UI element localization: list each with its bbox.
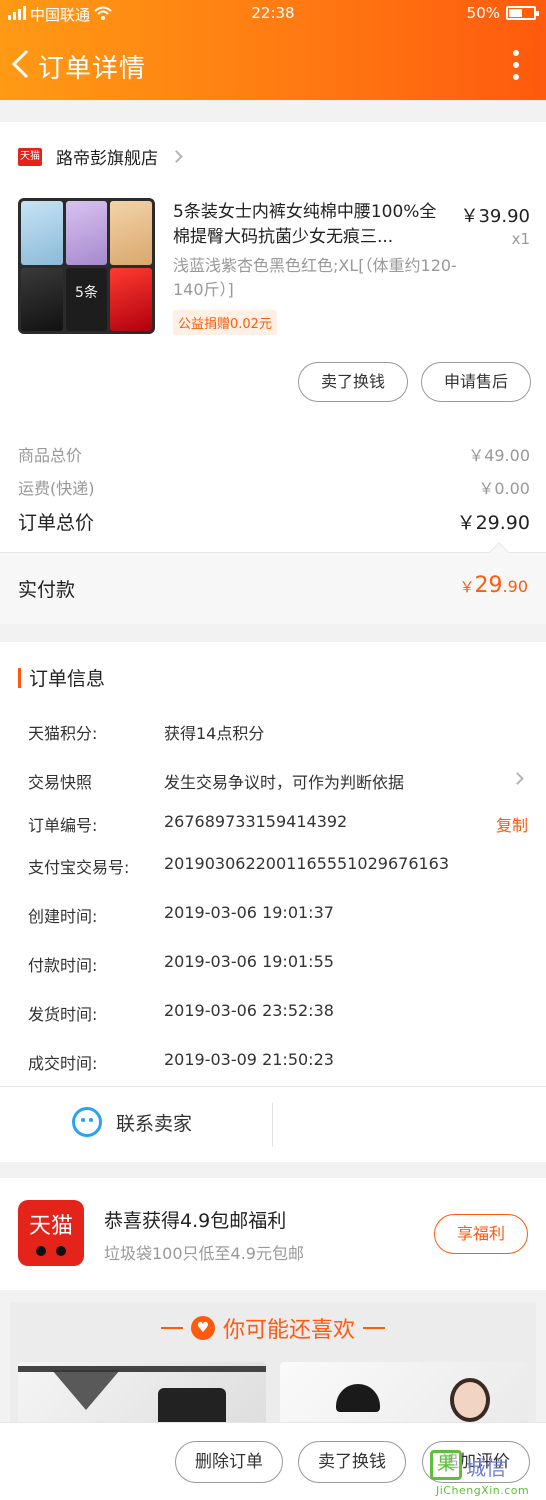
top-bar: 中国联通 22:38 50% 订单详情: [0, 0, 546, 100]
order-info-heading: 订单信息: [18, 664, 105, 691]
tmall-badge-icon: 天猫: [18, 147, 42, 166]
chevron-right-icon: [511, 772, 524, 785]
order-total-row: 订单总价 ￥29.90: [18, 508, 530, 535]
product-thumbnail[interactable]: 5条: [18, 198, 155, 334]
product-price: ￥39.90: [460, 206, 530, 227]
more-options-icon[interactable]: [512, 50, 520, 80]
order-items-card: 天猫 路帝彭旗舰店 5条 5条装女士内裤女纯棉中腰100%全棉提臀大码抗菌少女无…: [0, 122, 546, 624]
contact-seller-button[interactable]: 联系卖家: [72, 1107, 192, 1137]
promo-title: 恭喜获得4.9包邮福利: [104, 1210, 287, 1232]
thumbnail-label: 5条: [65, 267, 108, 331]
status-bar: 中国联通 22:38 50%: [0, 4, 546, 26]
paid-label: 实付款: [18, 579, 76, 601]
shop-name: 路帝彭旗舰店: [56, 149, 158, 169]
divider: [272, 1103, 273, 1147]
chat-icon: [72, 1107, 102, 1137]
contact-bar: 联系卖家: [0, 1086, 546, 1162]
battery-icon: [506, 6, 539, 20]
goods-total-value: ￥49.00: [468, 446, 530, 465]
order-info-title: 订单信息: [29, 668, 106, 690]
battery-percent: 50%: [466, 4, 500, 22]
claim-benefit-button[interactable]: 享福利: [434, 1214, 528, 1254]
shop-link[interactable]: 天猫 路帝彭旗舰店: [18, 144, 183, 169]
product-title[interactable]: 5条装女士内裤女纯棉中腰100%全棉提臀大码抗菌少女无痕三...: [173, 200, 451, 250]
tmall-logo-icon: 天猫: [18, 1200, 84, 1266]
product-quantity: x1: [511, 230, 530, 248]
heart-icon: ♥: [190, 1316, 215, 1340]
chevron-right-icon: [170, 150, 183, 163]
paid-value: ￥29.90: [459, 573, 528, 598]
order-total-value: ￥29.90: [456, 512, 530, 534]
sell-for-cash-button[interactable]: 卖了换钱: [298, 1441, 406, 1483]
goods-total-row: 商品总价 ￥49.00: [18, 442, 530, 466]
delete-order-button[interactable]: 删除订单: [175, 1441, 283, 1483]
copy-button[interactable]: 复制: [496, 812, 528, 836]
contact-seller-label: 联系卖家: [116, 1112, 193, 1135]
shipping-row: 运费(快递) ￥0.00: [18, 475, 530, 499]
sell-for-cash-button[interactable]: 卖了换钱: [298, 362, 408, 402]
recommend-heading: ♥ 你可能还喜欢: [0, 1312, 546, 1344]
product-spec: 浅蓝浅紫杏色黑色红色;XL[（体重约120-140斤）]: [173, 256, 457, 299]
shipping-value: ￥0.00: [478, 479, 530, 498]
promo-subtitle: 垃圾袋100只低至4.9元包邮: [104, 1244, 304, 1263]
recommend-title: 你可能还喜欢: [222, 1318, 355, 1343]
charity-badge: 公益捐赠0.02元: [173, 310, 277, 335]
page-title: 订单详情: [38, 54, 147, 84]
order-info-card: 订单信息 天猫积分: 获得14点积分 交易快照 发生交易争议时，可作为判断依据 …: [0, 642, 546, 1162]
header: 订单详情: [0, 40, 546, 90]
paid-amount-box: 实付款 ￥29.90: [0, 542, 546, 624]
after-sale-button[interactable]: 申请售后: [421, 362, 531, 402]
promo-card: 天猫 恭喜获得4.9包邮福利 垃圾袋100只低至4.9元包邮 享福利: [0, 1178, 546, 1290]
back-icon[interactable]: [10, 49, 32, 79]
clock: 22:38: [251, 4, 295, 22]
goods-total-label: 商品总价: [18, 446, 83, 465]
order-total-label: 订单总价: [18, 512, 95, 534]
watermark-logo: 果 城信 JiChengXin.com: [430, 1450, 546, 1500]
shipping-label: 运费(快递): [18, 479, 95, 498]
